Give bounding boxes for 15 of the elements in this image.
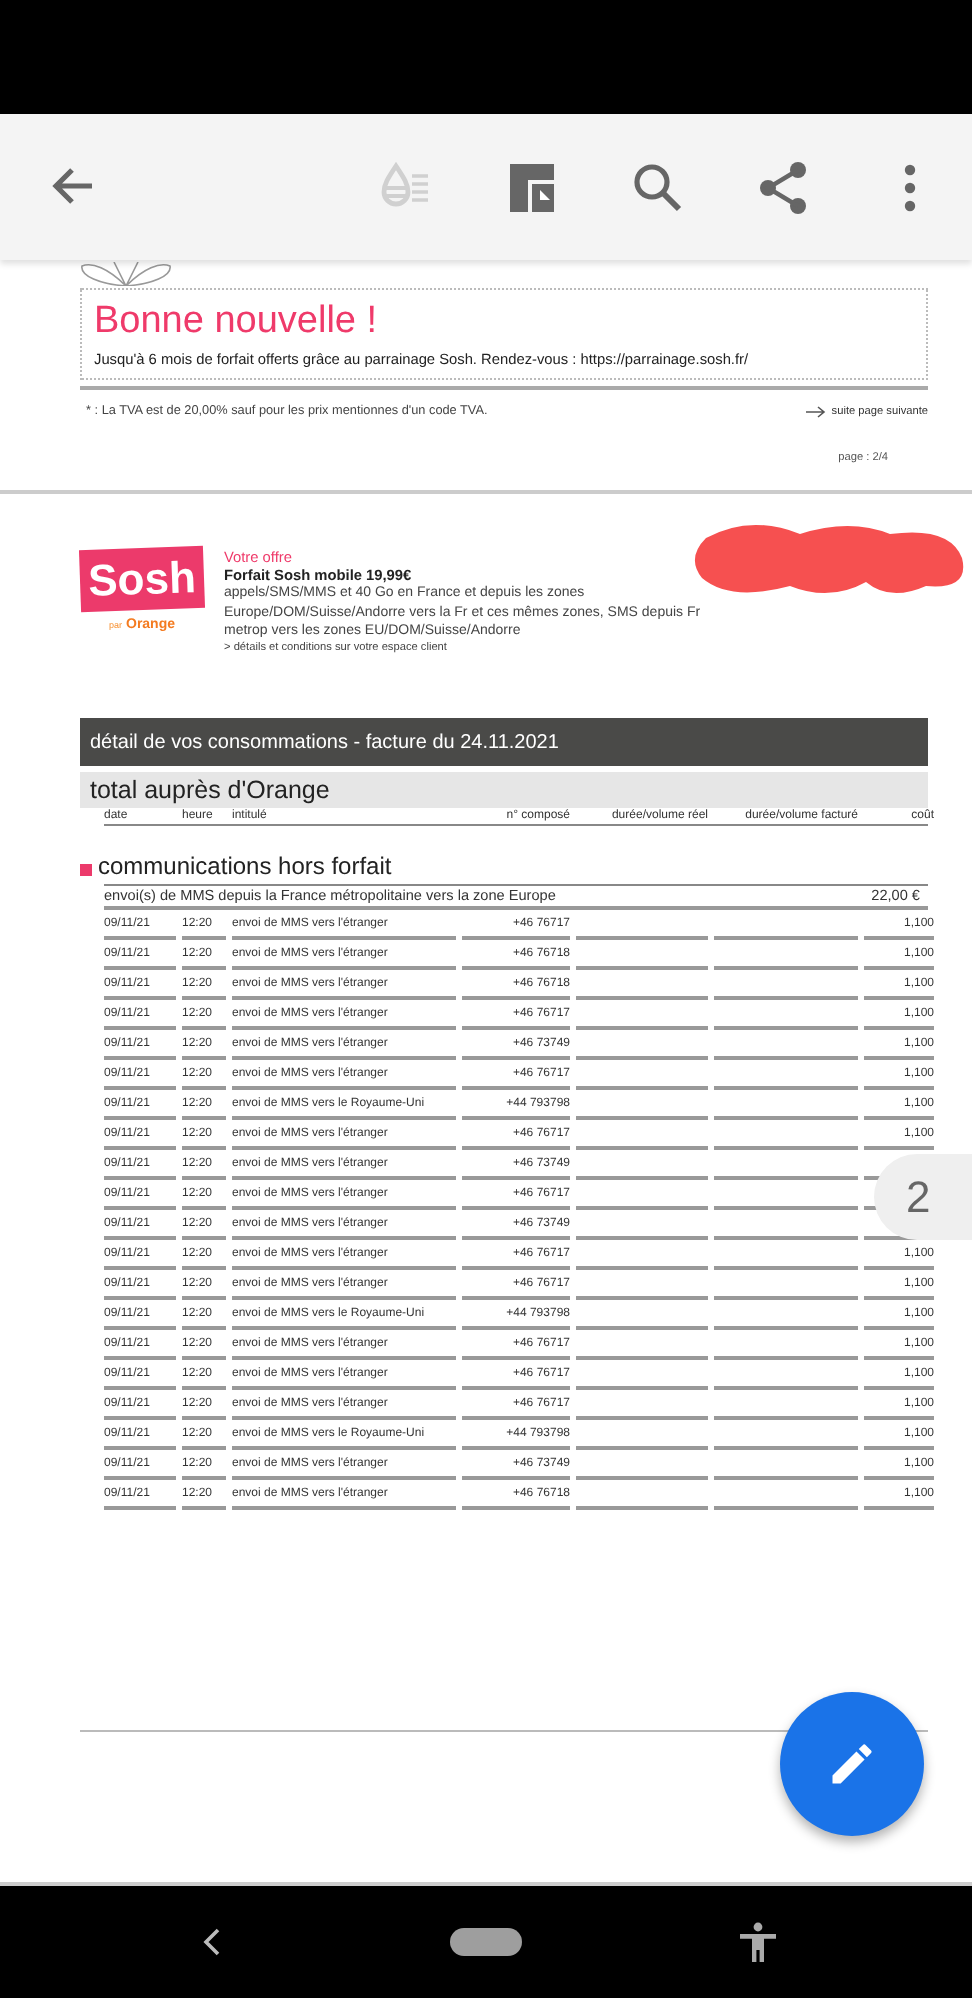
back-icon[interactable] (202, 1926, 222, 1958)
category-marker (80, 864, 92, 876)
page-layout-icon[interactable] (504, 159, 560, 215)
search-icon[interactable] (630, 159, 686, 215)
page-indicator: 2 (874, 1154, 972, 1240)
category-title: communications hors forfait (98, 851, 392, 879)
accessibility-icon[interactable] (738, 1922, 778, 1962)
total-title: total auprès d'Orange (80, 772, 928, 808)
arrow-icon (805, 405, 826, 417)
bow-drawing (80, 262, 172, 286)
brand-logo: Sosh (78, 545, 206, 613)
section-title: détail de vos consommations - facture du 24.11.2021 (80, 718, 928, 766)
promo-title: Bonne nouvelle ! (94, 298, 380, 346)
home-button[interactable] (450, 1928, 522, 1956)
share-icon[interactable] (756, 159, 812, 215)
